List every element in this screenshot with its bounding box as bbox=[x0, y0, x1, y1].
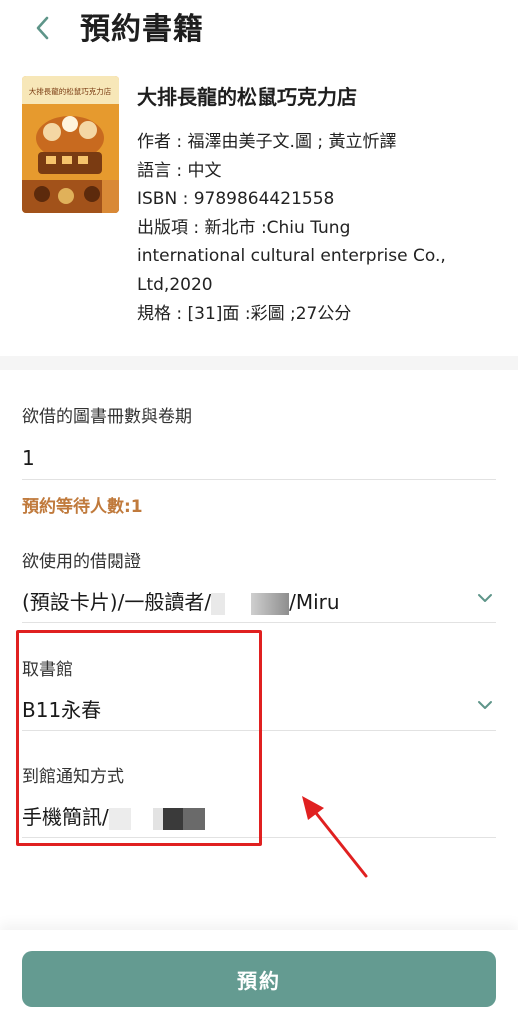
meta-format: 規格 : [31]面 :彩圖 ;27公分 bbox=[137, 303, 352, 324]
app-header: 預約書籍 bbox=[0, 0, 518, 64]
copies-label: 欲借的圖書冊數與卷期 bbox=[22, 407, 192, 427]
meta-author: 作者 : 福澤由美子文.圖 ; 黃立忻譯 bbox=[137, 132, 397, 152]
cover-title-lettering: 大排長龍的松鼠巧克力店 bbox=[29, 86, 112, 96]
chevron-left-icon bbox=[36, 16, 49, 40]
card-label: 欲使用的借閱證 bbox=[22, 552, 141, 572]
meta-isbn: ISBN : 9789864421558 bbox=[137, 189, 335, 210]
meta-language: 語言 : 中文 bbox=[137, 160, 222, 181]
redacted-block bbox=[251, 592, 290, 615]
divider bbox=[22, 479, 496, 480]
chevron-down-icon bbox=[478, 594, 492, 602]
annotation-arrow-icon bbox=[302, 796, 368, 878]
annotation-highlight-box bbox=[16, 630, 262, 846]
meta-publisher-line2: international cultural enterprise Co., bbox=[137, 246, 446, 267]
book-cover-image: 大排長龍的松鼠巧克力店 bbox=[22, 76, 119, 213]
bottom-action-bar: 預約 bbox=[0, 930, 518, 1024]
card-value-suffix: /Miru bbox=[289, 590, 340, 614]
copies-input[interactable]: 1 bbox=[22, 443, 35, 473]
redacted-block bbox=[211, 592, 226, 615]
card-value-prefix: (預設卡片)/一般讀者/ bbox=[22, 590, 212, 614]
card-select[interactable]: (預設卡片)/一般讀者/ /Miru bbox=[22, 587, 340, 617]
wait-count-text: 預約等待人數:1 bbox=[22, 497, 143, 517]
section-divider bbox=[0, 356, 518, 370]
pickup-dropdown[interactable] bbox=[474, 694, 496, 716]
meta-publisher-line1: 出版項 : 新北市 :Chiu Tung bbox=[137, 217, 351, 238]
back-button[interactable] bbox=[26, 10, 60, 46]
card-dropdown[interactable] bbox=[474, 587, 496, 609]
page-title: 預約書籍 bbox=[80, 12, 204, 47]
redacted-block bbox=[225, 592, 252, 615]
chevron-down-icon bbox=[478, 701, 492, 709]
reserve-button[interactable]: 預約 bbox=[22, 951, 496, 1007]
book-info: 大排長龍的松鼠巧克力店 大排長龍的松鼠巧克力店 作者 : 福澤由美子文.圖 ; … bbox=[0, 76, 518, 346]
book-title: 大排長龍的松鼠巧克力店 bbox=[137, 85, 357, 109]
book-meta: 作者 : 福澤由美子文.圖 ; 黃立忻譯 語言 : 中文 ISBN : 9789… bbox=[137, 128, 502, 328]
meta-publisher-line3: Ltd,2020 bbox=[137, 274, 213, 295]
divider bbox=[22, 622, 496, 623]
